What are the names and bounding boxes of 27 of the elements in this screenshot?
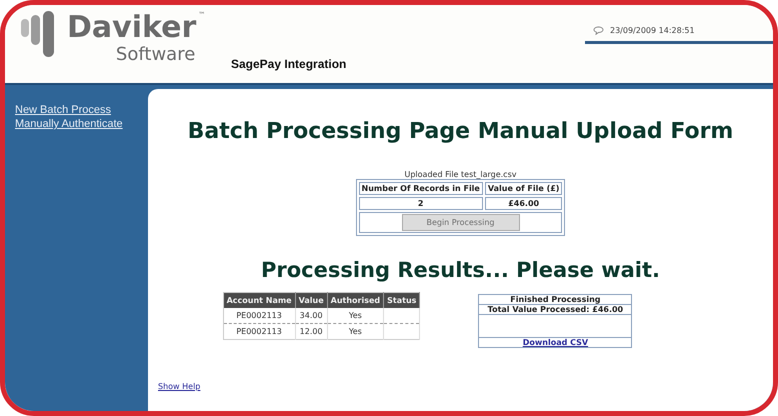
total-value: Total Value Processed: £46.00 — [478, 304, 632, 314]
sidebar-link[interactable]: New Batch Process — [15, 103, 145, 117]
table-cell: Yes — [327, 308, 384, 324]
column-header: Number Of Records in File — [358, 182, 483, 195]
table-cell: 34.00 — [295, 308, 328, 324]
table-cell: £46.00 — [484, 197, 562, 210]
datetime: 23/09/2009 14:28:51 — [610, 26, 695, 34]
table-cell: PE0002113 — [223, 308, 296, 324]
upload-caption: Uploaded File test_large.csv — [404, 170, 516, 179]
sidebar-link[interactable]: Manually Authenticate — [15, 117, 145, 131]
column-header: Authorised — [327, 292, 384, 308]
app-title: SagePay Integration — [231, 57, 346, 71]
show-help-link[interactable]: Show Help — [158, 382, 200, 391]
table-cell: PE0002113 — [223, 324, 296, 340]
summary-title: Finished Processing — [478, 294, 632, 304]
table-cell: 12.00 — [295, 324, 328, 340]
column-header: Value of File (£) — [484, 182, 562, 195]
logo-name: Daviker — [67, 11, 196, 45]
column-header: Value — [295, 292, 328, 308]
page-title: Batch Processing Page Manual Upload Form — [188, 119, 734, 144]
table-cell: Yes — [327, 324, 384, 340]
column-header: Account Name — [223, 292, 296, 308]
logo-tagline: Software — [116, 45, 196, 65]
speech-bubble-icon — [593, 26, 604, 34]
column-header: Status — [384, 292, 420, 308]
table-cell: 2 — [358, 197, 483, 210]
results-heading: Processing Results... Please wait. — [260, 258, 660, 282]
